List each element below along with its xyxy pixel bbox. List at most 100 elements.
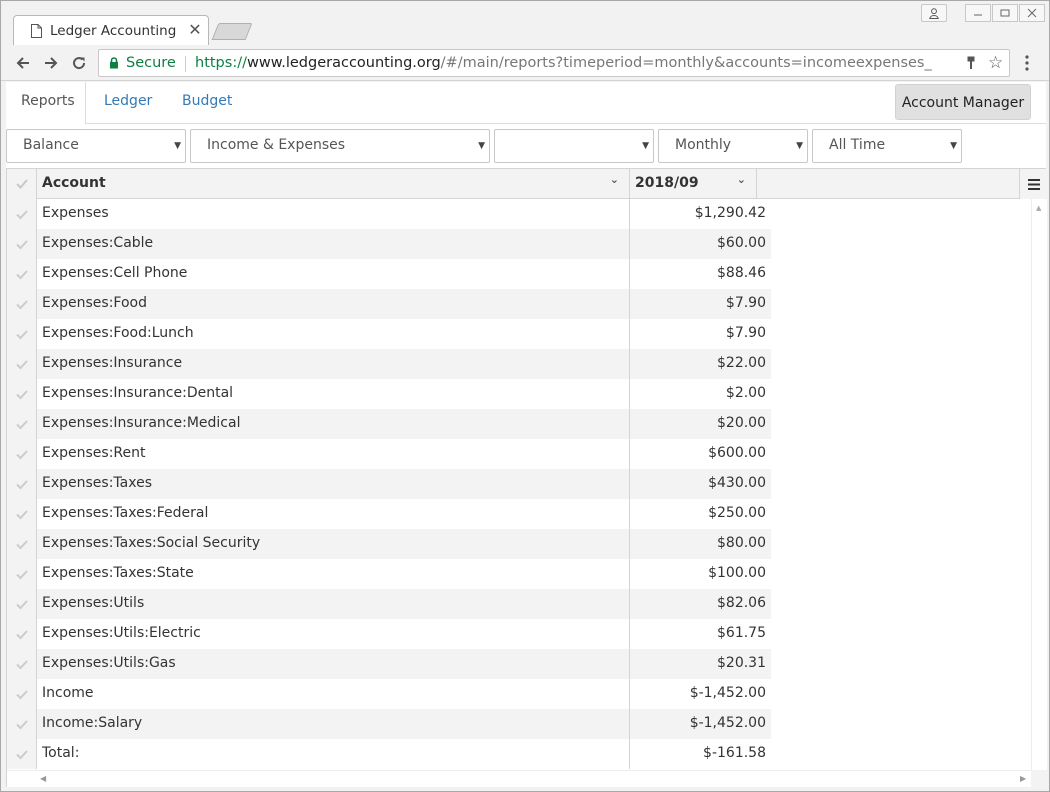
close-window-icon[interactable] — [1019, 4, 1045, 22]
table-row[interactable]: Expenses:Taxes:Social Security $80.00 — [7, 529, 771, 559]
row-checkmark-icon[interactable] — [7, 289, 37, 319]
scroll-right-icon[interactable]: ▶ — [1020, 774, 1026, 783]
amount-cell: $-1,452.00 — [689, 685, 766, 701]
column-header-period-label: 2018/09 — [635, 175, 699, 191]
filter-bar: Balance ▼ Income & Expenses ▼ ▼ Monthly … — [6, 128, 1046, 163]
address-bar[interactable]: Secure https://www.ledgeraccounting.org/… — [98, 49, 1010, 77]
table-row[interactable]: Expenses:Taxes:Federal $250.00 — [7, 499, 771, 529]
account-cell: Expenses:Cable — [37, 229, 630, 259]
row-checkmark-icon[interactable] — [7, 199, 37, 229]
account-manager-button[interactable]: Account Manager — [895, 84, 1031, 120]
browser-menu-icon[interactable] — [1020, 54, 1034, 72]
url-scheme: https:// — [195, 55, 247, 71]
table-row[interactable]: Income $-1,452.00 — [7, 679, 771, 709]
select-all-checkbox[interactable] — [7, 169, 37, 199]
row-checkmark-icon[interactable] — [7, 319, 37, 349]
amount-cell: $80.00 — [717, 535, 766, 551]
accounts-value: Income & Expenses — [207, 137, 346, 153]
period-select[interactable]: Monthly ▼ — [658, 129, 808, 163]
table-row[interactable]: Expenses:Food:Lunch $7.90 — [7, 319, 771, 349]
row-checkmark-icon[interactable] — [7, 619, 37, 649]
chevron-down-icon: ▼ — [174, 141, 181, 151]
document-icon — [31, 24, 42, 38]
account-cell: Income — [37, 679, 630, 709]
chevron-down-icon[interactable]: ⌄ — [610, 173, 619, 186]
amount-cell: $7.90 — [725, 295, 766, 311]
table-row[interactable]: Income:Salary $-1,452.00 — [7, 709, 771, 739]
row-checkmark-icon[interactable] — [7, 379, 37, 409]
account-filter-select[interactable]: ▼ — [494, 129, 654, 163]
report-type-select[interactable]: Balance ▼ — [6, 129, 186, 163]
back-arrow-icon[interactable] — [13, 53, 33, 73]
minimize-icon[interactable] — [965, 4, 991, 22]
table-row[interactable]: Expenses:Insurance $22.00 — [7, 349, 771, 379]
row-checkmark-icon[interactable] — [7, 499, 37, 529]
profile-icon[interactable] — [921, 4, 947, 22]
row-checkmark-icon[interactable] — [7, 259, 37, 289]
account-cell: Expenses:Cell Phone — [37, 259, 630, 289]
table-row[interactable]: Expenses:Utils:Gas $20.31 — [7, 649, 771, 679]
table-row[interactable]: Total: $-161.58 — [7, 739, 771, 769]
chevron-down-icon[interactable]: ⌄ — [737, 173, 746, 186]
range-select[interactable]: All Time ▼ — [812, 129, 962, 163]
forward-arrow-icon[interactable] — [41, 53, 61, 73]
column-header-period[interactable]: 2018/09 ⌄ — [630, 169, 757, 199]
table-row[interactable]: Expenses:Taxes $430.00 — [7, 469, 771, 499]
horizontal-scrollbar[interactable]: ◀ ▶ — [7, 770, 1031, 787]
url-host: www.ledgeraccounting.org — [246, 55, 441, 71]
table-row[interactable]: Expenses:Insurance:Dental $2.00 — [7, 379, 771, 409]
vertical-scrollbar[interactable]: ▲ — [1031, 199, 1047, 770]
browser-tab[interactable]: Ledger Accounting ✕ — [13, 15, 209, 46]
account-cell: Income:Salary — [37, 709, 630, 739]
secure-label: Secure — [126, 55, 176, 71]
accounts-select[interactable]: Income & Expenses ▼ — [190, 129, 490, 163]
account-cell: Expenses:Insurance:Dental — [37, 379, 630, 409]
grid-header: Account ⌄ 2018/09 ⌄ — [7, 169, 1047, 199]
row-checkmark-icon[interactable] — [7, 529, 37, 559]
table-row[interactable]: Expenses:Cable $60.00 — [7, 229, 771, 259]
table-row[interactable]: Expenses:Taxes:State $100.00 — [7, 559, 771, 589]
scroll-up-icon[interactable]: ▲ — [1036, 204, 1041, 212]
key-icon[interactable] — [967, 56, 975, 70]
row-checkmark-icon[interactable] — [7, 349, 37, 379]
tab-reports[interactable]: Reports — [6, 82, 86, 125]
table-row[interactable]: Expenses:Cell Phone $88.46 — [7, 259, 771, 289]
scroll-left-icon[interactable]: ◀ — [40, 774, 46, 783]
row-checkmark-icon[interactable] — [7, 589, 37, 619]
amount-cell: $2.00 — [725, 385, 766, 401]
new-tab-button[interactable] — [211, 23, 253, 40]
column-header-account[interactable]: Account ⌄ — [37, 169, 630, 199]
row-checkmark-icon[interactable] — [7, 559, 37, 589]
tab-ledger[interactable]: Ledger — [104, 82, 152, 124]
chevron-down-icon: ▼ — [796, 141, 803, 151]
app-page: Reports Ledger Budget Account Manager Ba… — [6, 82, 1047, 787]
row-checkmark-icon[interactable] — [7, 439, 37, 469]
browser-toolbar: Secure https://www.ledgeraccounting.org/… — [1, 45, 1049, 81]
row-checkmark-icon[interactable] — [7, 469, 37, 499]
table-row[interactable]: Expenses:Rent $600.00 — [7, 439, 771, 469]
table-row[interactable]: Expenses:Food $7.90 — [7, 289, 771, 319]
app-nav-tabs: Reports Ledger Budget Account Manager — [6, 82, 1046, 125]
row-checkmark-icon[interactable] — [7, 709, 37, 739]
row-checkmark-icon[interactable] — [7, 229, 37, 259]
row-checkmark-icon[interactable] — [7, 649, 37, 679]
table-row[interactable]: Expenses:Utils $82.06 — [7, 589, 771, 619]
row-checkmark-icon[interactable] — [7, 739, 37, 769]
table-row[interactable]: Expenses:Insurance:Medical $20.00 — [7, 409, 771, 439]
reload-icon[interactable] — [69, 53, 89, 73]
bookmark-star-icon[interactable]: ☆ — [988, 54, 1003, 72]
maximize-icon[interactable] — [992, 4, 1018, 22]
chevron-down-icon: ▼ — [950, 141, 957, 151]
table-row[interactable]: Expenses:Utils:Electric $61.75 — [7, 619, 771, 649]
chevron-down-icon: ▼ — [478, 141, 485, 151]
close-tab-icon[interactable]: ✕ — [187, 20, 203, 39]
row-checkmark-icon[interactable] — [7, 679, 37, 709]
table-row[interactable]: Expenses $1,290.42 — [7, 199, 771, 229]
grid-menu-icon[interactable] — [1019, 169, 1047, 199]
amount-cell: $250.00 — [708, 505, 766, 521]
account-cell: Expenses:Insurance:Medical — [37, 409, 630, 439]
row-checkmark-icon[interactable] — [7, 409, 37, 439]
tab-budget[interactable]: Budget — [182, 82, 232, 124]
amount-cell: $7.90 — [725, 325, 766, 341]
amount-cell: $61.75 — [717, 625, 766, 641]
